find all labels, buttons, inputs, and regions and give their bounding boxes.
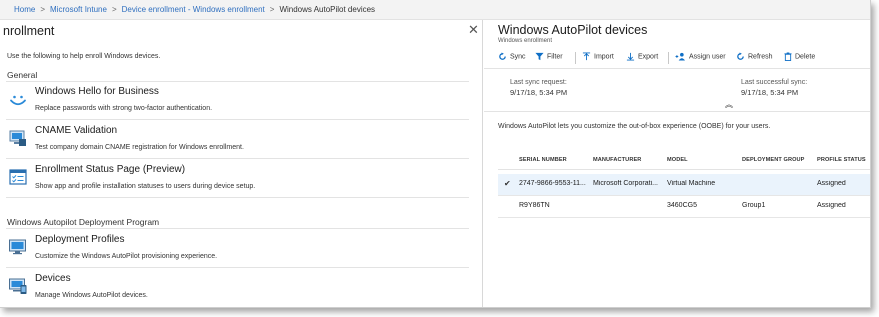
breadcrumb-separator: > bbox=[269, 5, 275, 14]
item-description: Customize the Windows AutoPilot provisio… bbox=[35, 253, 218, 260]
cname-icon bbox=[8, 128, 28, 148]
profile-status-cell: Assigned bbox=[817, 202, 846, 209]
item-title: Windows Hello for Business bbox=[35, 86, 159, 97]
last-sync-request-value: 9/17/18, 5:34 PM bbox=[510, 88, 568, 97]
profile-status-cell: Assigned bbox=[817, 180, 846, 187]
item-title: Devices bbox=[35, 273, 71, 284]
item-description: Test company domain CNAME registration f… bbox=[35, 144, 244, 151]
menu-item-enrollment-status-page[interactable]: Enrollment Status Page (Preview) Show ap… bbox=[6, 160, 469, 198]
column-header-model[interactable]: MODEL bbox=[667, 157, 739, 163]
section-label-general: General bbox=[7, 70, 38, 80]
blade-title: nrollment bbox=[3, 24, 55, 38]
import-icon bbox=[582, 52, 591, 61]
item-title: Deployment Profiles bbox=[35, 234, 125, 245]
command-bar: Sync Filter Import Export Assign user Re… bbox=[484, 47, 870, 69]
assign-user-icon bbox=[675, 52, 685, 61]
devices-icon bbox=[8, 276, 28, 296]
column-header-profile-status[interactable]: PROFILE STATUS bbox=[817, 157, 869, 163]
blade-intro: Use the following to help enroll Windows… bbox=[7, 53, 161, 60]
delete-button[interactable]: Delete bbox=[784, 52, 815, 61]
filter-icon bbox=[535, 52, 544, 61]
toolbar-divider bbox=[668, 52, 669, 64]
import-label: Import bbox=[594, 53, 614, 61]
filter-label: Filter bbox=[547, 53, 563, 61]
refresh-icon bbox=[737, 52, 744, 60]
filter-button[interactable]: Filter bbox=[535, 52, 563, 61]
breadcrumb-current: Windows AutoPilot devices bbox=[279, 5, 376, 14]
blade-title: Windows AutoPilot devices bbox=[498, 23, 648, 37]
devices-table: SERIAL NUMBER MANUFACTURER MODEL DEPLOYM… bbox=[498, 153, 870, 218]
enrollment-blade: nrollment ✕ Use the following to help en… bbox=[0, 20, 483, 307]
export-icon bbox=[626, 52, 635, 61]
export-label: Export bbox=[638, 53, 659, 61]
windows-hello-icon bbox=[8, 89, 28, 109]
autopilot-devices-blade: Windows AutoPilot devices Windows enroll… bbox=[484, 20, 870, 307]
last-successful-sync-value: 9/17/18, 5:34 PM bbox=[741, 88, 799, 97]
column-header-deployment-group[interactable]: DEPLOYMENT GROUP bbox=[742, 157, 814, 163]
menu-item-cname-validation[interactable]: CNAME Validation Test company domain CNA… bbox=[6, 121, 469, 159]
menu-item-devices[interactable]: Devices Manage Windows AutoPilot devices… bbox=[6, 269, 469, 307]
table-row[interactable]: R9Y86TN 3460CG5 Group1 Assigned bbox=[498, 196, 870, 218]
deployment-profiles-icon bbox=[8, 237, 28, 257]
menu-item-deployment-profiles[interactable]: Deployment Profiles Customize the Window… bbox=[6, 230, 469, 268]
breadcrumb-intune[interactable]: Microsoft Intune bbox=[50, 5, 107, 14]
last-sync-request-label: Last sync request: bbox=[510, 79, 567, 86]
column-header-manufacturer[interactable]: MANUFACTURER bbox=[593, 157, 664, 163]
assign-user-button[interactable]: Assign user bbox=[675, 52, 726, 61]
trash-icon bbox=[784, 52, 792, 61]
breadcrumb-home[interactable]: Home bbox=[14, 5, 35, 14]
breadcrumb: Home > Microsoft Intune > Device enrollment … bbox=[0, 0, 870, 20]
sync-status-panel: Last sync request: 9/17/18, 5:34 PM Last… bbox=[484, 69, 870, 112]
refresh-label: Refresh bbox=[748, 53, 773, 61]
refresh-button[interactable]: Refresh bbox=[736, 52, 773, 61]
manufacturer-cell: Microsoft Corporati... bbox=[593, 180, 658, 187]
delete-label: Delete bbox=[795, 53, 816, 61]
column-header-serial[interactable]: SERIAL NUMBER bbox=[519, 157, 591, 163]
deployment-group-cell: Group1 bbox=[742, 202, 766, 209]
item-description: Manage Windows AutoPilot devices. bbox=[35, 292, 148, 299]
model-cell: Virtual Machine bbox=[667, 180, 716, 187]
assign-user-label: Assign user bbox=[689, 53, 726, 61]
close-icon[interactable]: ✕ bbox=[468, 23, 479, 37]
section-divider bbox=[6, 228, 469, 229]
menu-item-windows-hello[interactable]: Windows Hello for Business Replace passw… bbox=[6, 82, 469, 120]
serial-number-cell: 2747-9866-9553-11... bbox=[519, 180, 586, 187]
sync-icon bbox=[499, 52, 506, 60]
sync-label: Sync bbox=[510, 53, 526, 61]
toolbar-divider bbox=[575, 52, 576, 64]
last-successful-sync-label: Last successful sync: bbox=[741, 79, 808, 86]
table-header: SERIAL NUMBER MANUFACTURER MODEL DEPLOYM… bbox=[498, 153, 870, 170]
item-description: Show app and profile installation status… bbox=[35, 183, 256, 190]
model-cell: 3460CG5 bbox=[667, 202, 697, 209]
portal-window: Home > Microsoft Intune > Device enrollment … bbox=[0, 0, 871, 308]
breadcrumb-windows-enrollment[interactable]: Device enrollment - Windows enrollment bbox=[122, 5, 265, 14]
table-row[interactable]: ✔ 2747-9866-9553-11... Microsoft Corpora… bbox=[498, 174, 870, 196]
export-button[interactable]: Export bbox=[626, 52, 658, 61]
breadcrumb-separator: > bbox=[40, 5, 46, 14]
collapse-chevron-icon[interactable]: ︽ bbox=[725, 99, 733, 110]
item-title: Enrollment Status Page (Preview) bbox=[35, 164, 186, 175]
blade-subtitle: Windows enrollment bbox=[498, 38, 553, 44]
serial-number-cell: R9Y86TN bbox=[519, 202, 550, 209]
item-description: Replace passwords with strong two-factor… bbox=[35, 105, 213, 112]
import-button[interactable]: Import bbox=[582, 52, 614, 61]
sync-button[interactable]: Sync bbox=[498, 52, 526, 61]
item-title: CNAME Validation bbox=[35, 125, 118, 136]
section-label-autopilot: Windows Autopilot Deployment Program bbox=[7, 217, 160, 227]
enrollment-status-icon bbox=[8, 167, 28, 187]
autopilot-description: Windows AutoPilot lets you customize the… bbox=[498, 123, 771, 130]
breadcrumb-separator: > bbox=[111, 5, 117, 14]
checkmark-icon[interactable]: ✔ bbox=[504, 179, 511, 188]
